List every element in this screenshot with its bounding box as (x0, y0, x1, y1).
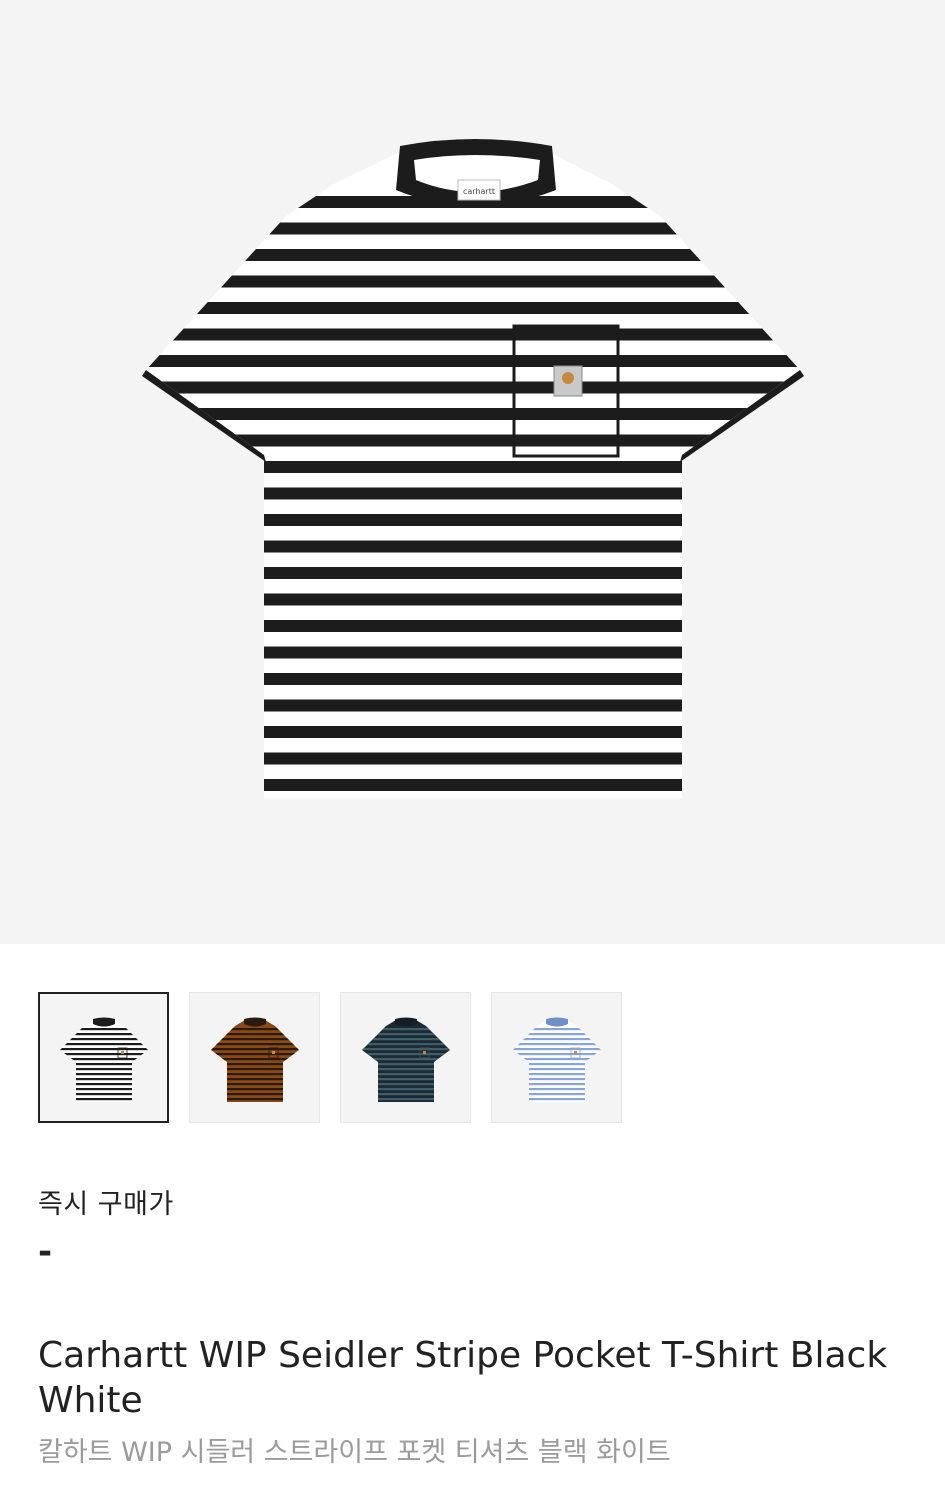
striped-tshirt-image: carhartt (142, 139, 804, 798)
product-hero-image[interactable]: carhartt (0, 0, 945, 944)
colorway-thumbnails (38, 992, 622, 1123)
thumbnail-black-white[interactable] (38, 992, 169, 1123)
tshirt-thumbnail-icon (210, 1017, 299, 1102)
instant-buy-price-value: - (38, 1232, 53, 1272)
thumbnail-brown[interactable] (189, 992, 320, 1123)
tshirt-thumbnail-icon (512, 1017, 601, 1102)
product-subtitle-korean: 칼하트 WIP 시들러 스트라이프 포켓 티셔츠 블랙 화이트 (38, 1437, 671, 1468)
neck-tag-text: carhartt (463, 187, 495, 196)
instant-buy-price-label: 즉시 구매가 (38, 1189, 174, 1220)
thumbnail-dark-navy[interactable] (340, 992, 471, 1123)
product-title: Carhartt WIP Seidler Stripe Pocket T-Shi… (38, 1335, 888, 1421)
tshirt-thumbnail-icon (361, 1017, 450, 1102)
thumbnail-light-blue-white[interactable] (491, 992, 622, 1123)
tshirt-thumbnail-icon (59, 1017, 148, 1102)
